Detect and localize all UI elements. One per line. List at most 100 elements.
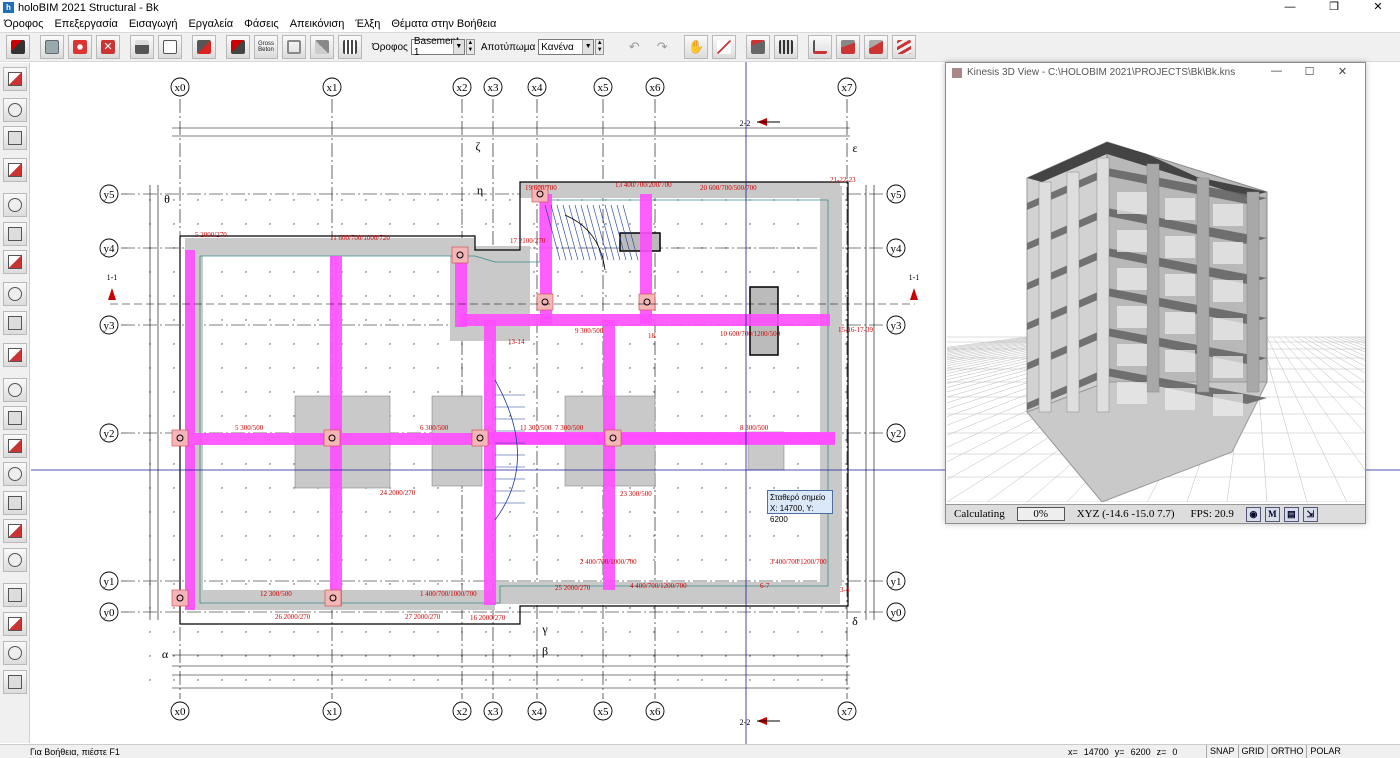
camera-icon[interactable]: ◉ [1245,506,1261,522]
pan-tool-button[interactable] [3,222,27,246]
display-select[interactable]: Κανένα ▼ [538,39,595,55]
building-icon-button[interactable] [338,35,362,59]
measure-tool-button[interactable] [3,612,27,636]
floor-select[interactable]: Basement 1 ▼ [410,36,465,58]
close-button[interactable]: ✕ [1356,0,1400,15]
print-icon[interactable]: ▤ [1283,506,1299,522]
zone-letter-7: δ [852,614,858,628]
menu-tools[interactable]: Εργαλεία [187,18,234,30]
grid-dot [269,415,271,417]
settings-button[interactable] [68,35,92,59]
maximize-button[interactable]: ❐ [1312,0,1356,15]
text-tool-button[interactable] [3,158,27,182]
grid-dot [701,559,703,561]
export-icon[interactable]: ⇲ [1302,506,1318,522]
move-tool-button[interactable] [3,670,27,694]
kinesis-minimize-button[interactable]: — [1260,65,1293,78]
menu-help-topics[interactable]: Θέματα στην Βοήθεια [390,18,497,30]
m-button[interactable]: M [1264,506,1280,522]
snap-midpoint-button[interactable] [3,406,27,430]
grid-dot [245,367,247,369]
snap-perpendicular-button[interactable] [3,491,27,515]
section-tool-button[interactable] [3,641,27,665]
axis-label-y2: y2 [891,428,902,440]
zoom-out-button[interactable] [3,311,27,335]
section-mark-right: 1-1 [909,273,920,282]
save-button[interactable] [40,35,64,59]
frame-opening [1117,382,1147,404]
redo-button[interactable]: ↷ [650,35,674,59]
zoom-window-button[interactable] [3,193,27,217]
zoom-in-button[interactable] [3,282,27,306]
wall-tool-button[interactable] [3,126,27,150]
redraw-tool-button[interactable] [3,343,27,367]
kinesis-maximize-button[interactable]: ☐ [1293,65,1326,78]
snap-intersection-button[interactable] [3,462,27,486]
kinesis-3d-window[interactable]: Kinesis 3D View - C:\HOLOBIM 2021\PROJEC… [945,62,1366,524]
snap-center-button[interactable] [3,434,27,458]
grid-dot [845,511,847,513]
kinesis-title-bar[interactable]: Kinesis 3D View - C:\HOLOBIM 2021\PROJEC… [946,63,1365,82]
grid-dot [365,223,367,225]
beam-tool-button[interactable] [226,35,250,59]
grid-dot [221,511,223,513]
building-view-button[interactable] [774,35,799,59]
grid-dot [653,535,655,537]
grid-dot [293,511,295,513]
snap-endpoint-button[interactable] [3,378,27,402]
pencil-button[interactable] [712,35,737,59]
grid-dot [653,607,655,609]
axis-label-x3: x3 [488,82,500,94]
grid-dot [701,415,703,417]
model-tool-button[interactable] [6,35,30,59]
grid-dot [653,367,655,369]
delete-button[interactable]: ✕ [96,35,120,59]
menu-drag[interactable]: Έλξη [354,18,381,30]
grid-dot [605,223,607,225]
grid-toggle[interactable]: GRID [1237,745,1268,758]
section-button[interactable] [808,35,833,59]
menu-edit[interactable]: Επεξεργασία [53,18,118,30]
snap-nearest-button[interactable] [3,519,27,543]
3d-viewport[interactable] [947,82,1365,502]
kinesis-close-button[interactable]: ✕ [1326,65,1359,78]
stairs-button[interactable] [310,35,334,59]
pan-button[interactable]: ✋ [684,35,709,59]
snap-tangent-button[interactable] [3,548,27,572]
column-tool-button[interactable] [3,98,27,122]
floor-spinner[interactable]: ▲ ▼ [465,39,475,55]
grid-dot [389,679,391,681]
grid-dot [389,583,391,585]
grid-dot [365,511,367,513]
print-button[interactable] [130,35,154,59]
undo-button[interactable]: ↶ [622,35,646,59]
elevation-button[interactable] [836,35,861,59]
minimize-button[interactable]: — [1268,0,1312,15]
ortho-toggle[interactable]: ORTHO [1267,745,1306,758]
grid-dot [221,343,223,345]
beam-label: 5 300/500 [235,424,264,432]
polar-toggle[interactable]: POLAR [1306,745,1344,758]
layers-button[interactable] [192,35,216,59]
menu-insert[interactable]: Εισαγωγή [128,18,179,30]
render-button[interactable] [864,35,889,59]
menu-orofos[interactable]: Όροφος [3,18,44,30]
texture-button[interactable] [892,35,917,59]
view-3d-button[interactable] [746,35,771,59]
menu-phases[interactable]: Φάσεις [243,18,280,30]
print-preview-button[interactable] [158,35,182,59]
grid-dot [413,271,415,273]
light-tool-button[interactable] [3,583,27,607]
slab-button[interactable] [282,35,306,59]
grid-dot [509,607,511,609]
grid-dot [437,295,439,297]
line-tool-button[interactable] [3,67,27,91]
grid-dot [269,511,271,513]
grid-dot [749,391,751,393]
display-spinner[interactable]: ▲ ▼ [595,39,605,55]
grid-dot [629,631,631,633]
snap-toggle[interactable]: SNAP [1206,745,1238,758]
zoom-extents-button[interactable] [3,250,27,274]
menu-view[interactable]: Απεικόνιση [289,18,346,30]
gross-beton-button[interactable]: Gross Beton [254,35,278,59]
